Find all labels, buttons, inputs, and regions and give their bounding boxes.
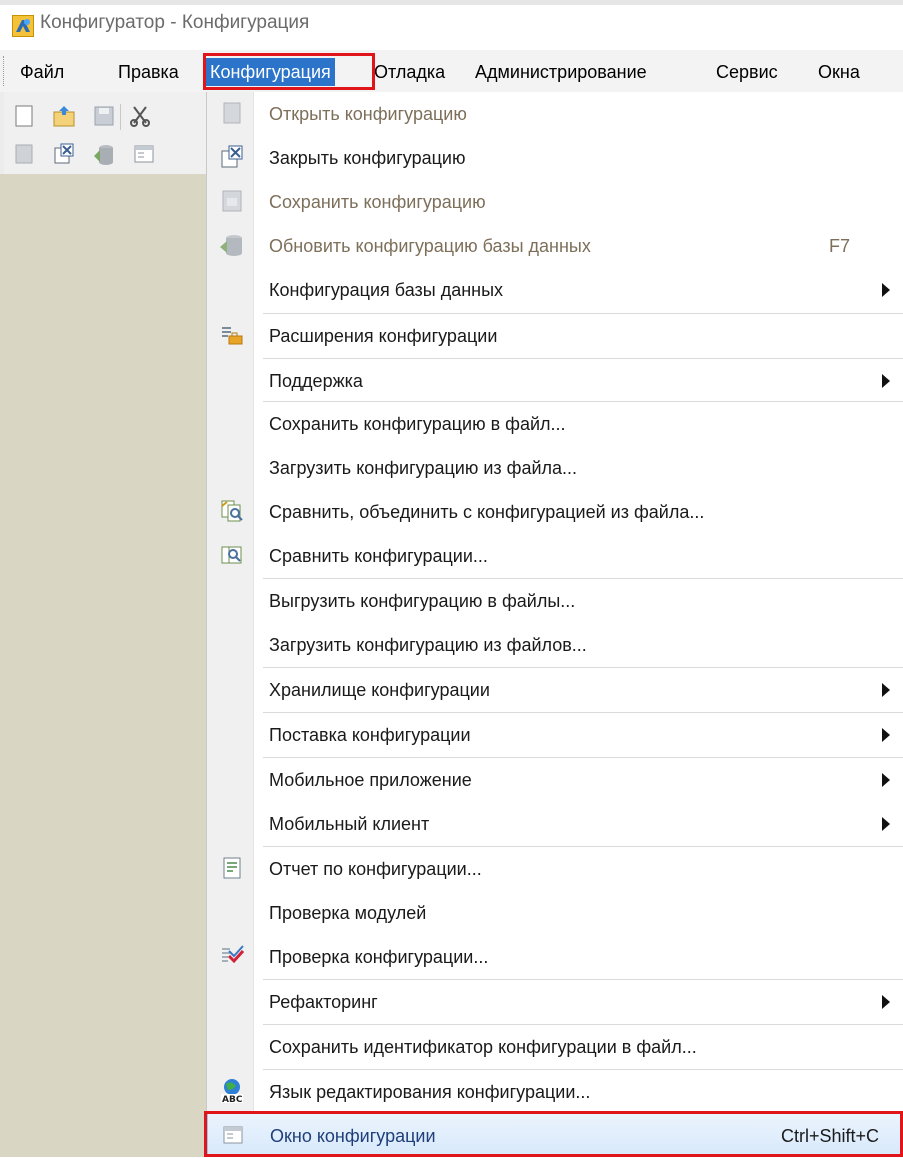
close-config-icon (219, 144, 245, 170)
menu-item-extensions[interactable]: Расширения конфигурации (207, 314, 903, 358)
menu-item-save-config[interactable]: Сохранить конфигурацию (207, 180, 903, 224)
menubar-grip[interactable] (3, 56, 6, 86)
menu-item-refactoring[interactable]: Рефакторинг (207, 980, 903, 1024)
report-icon (219, 855, 245, 881)
menu-item-label: Загрузить конфигурацию из файлов... (269, 635, 587, 655)
menu-item-db-config[interactable]: Конфигурация базы данных (207, 268, 903, 312)
menu-item-label: Окно конфигурации (270, 1126, 436, 1146)
submenu-arrow-icon (882, 683, 890, 697)
update-db-icon (219, 232, 245, 258)
menu-item-check-modules[interactable]: Проверка модулей (207, 891, 903, 935)
menu-item-label: Сохранить идентификатор конфигурации в ф… (269, 1037, 697, 1057)
svg-text:ABC: ABC (222, 1095, 243, 1104)
menu-bar: Файл Правка Конфигурация Отладка Админис… (0, 50, 903, 92)
menu-item-label: Поставка конфигурации (269, 725, 471, 745)
submenu-arrow-icon (882, 283, 890, 297)
menu-item-close-config[interactable]: Закрыть конфигурацию (207, 136, 903, 180)
menu-item-label: Мобильное приложение (269, 770, 472, 790)
menu-item-open-config[interactable]: Открыть конфигурацию (207, 92, 903, 136)
compare-merge-icon (219, 498, 245, 524)
extensions-icon (219, 322, 245, 348)
menu-item-label: Сравнить конфигурации... (269, 546, 488, 566)
check-config-icon (219, 943, 245, 969)
menu-item-compare[interactable]: Сравнить конфигурации... (207, 534, 903, 578)
submenu-arrow-icon (882, 773, 890, 787)
menu-item-label: Расширения конфигурации (269, 326, 498, 346)
menu-item-label: Закрыть конфигурацию (269, 148, 466, 168)
toolbar-separator (120, 104, 121, 130)
open-config-icon (219, 100, 245, 126)
menu-item-label: Поддержка (269, 371, 363, 391)
configuration-dropdown-menu: Открыть конфигурацию Закрыть конфигураци… (206, 92, 903, 1157)
title-bar: Конфигуратор - Конфигурация (0, 0, 903, 40)
menu-item-label: Выгрузить конфигурацию в файлы... (269, 591, 576, 611)
save-config-icon (219, 188, 245, 214)
menu-item-load-from-file[interactable]: Загрузить конфигурацию из файла... (207, 446, 903, 490)
menu-item-config-report[interactable]: Отчет по конфигурации... (207, 847, 903, 891)
shortcut-ctrl-shift-c: Ctrl+Shift+C (780, 1126, 879, 1146)
menu-item-label: Язык редактирования конфигурации... (269, 1082, 591, 1102)
menu-administration[interactable]: Администрирование (475, 58, 647, 86)
config-window-icon[interactable] (132, 142, 156, 166)
menu-item-label: Открыть конфигурацию (269, 104, 467, 124)
menu-item-label: Загрузить конфигурацию из файла... (269, 458, 578, 478)
menu-item-mobile-app[interactable]: Мобильное приложение (207, 758, 903, 802)
close-config-icon[interactable] (52, 142, 76, 166)
submenu-arrow-icon (882, 817, 890, 831)
menu-item-label: Сохранить конфигурацию в файл... (269, 414, 566, 434)
menu-item-check-config[interactable]: Проверка конфигурации... (207, 935, 903, 979)
menu-item-mobile-client[interactable]: Мобильный клиент (207, 802, 903, 846)
menu-item-label: Конфигурация базы данных (269, 280, 504, 300)
menu-item-label: Рефакторинг (269, 992, 378, 1012)
window-title: Конфигуратор - Конфигурация (40, 12, 310, 33)
compare-icon (219, 542, 245, 568)
menu-windows[interactable]: Окна (818, 58, 860, 86)
language-abc-icon: ABC (219, 1078, 245, 1105)
menu-item-save-to-file[interactable]: Сохранить конфигурацию в файл... (207, 402, 903, 446)
new-document-icon[interactable] (12, 104, 36, 128)
menu-item-label: Мобильный клиент (269, 814, 430, 834)
submenu-arrow-icon (882, 995, 890, 1009)
menu-item-support[interactable]: Поддержка (207, 359, 903, 403)
menu-item-label: Сравнить, объединить с конфигурацией из … (269, 502, 705, 522)
menu-service[interactable]: Сервис (716, 58, 778, 86)
menu-item-label: Сохранить конфигурацию (269, 192, 486, 212)
menu-file[interactable]: Файл (20, 58, 64, 86)
menu-item-repository[interactable]: Хранилище конфигурации (207, 668, 903, 712)
menu-item-label: Хранилище конфигурации (269, 680, 490, 700)
cut-icon[interactable] (128, 104, 152, 128)
workspace-area (0, 174, 207, 1157)
submenu-arrow-icon (882, 374, 890, 388)
menu-edit[interactable]: Правка (118, 58, 179, 86)
menu-item-compare-merge[interactable]: Сравнить, объединить с конфигурацией из … (207, 490, 903, 534)
menu-item-delivery[interactable]: Поставка конфигурации (207, 713, 903, 757)
submenu-arrow-icon (882, 728, 890, 742)
menu-configuration[interactable]: Конфигурация (206, 58, 335, 86)
menu-item-save-config-id[interactable]: Сохранить идентификатор конфигурации в ф… (207, 1025, 903, 1069)
open-config-icon[interactable] (12, 142, 36, 166)
menu-item-label: Отчет по конфигурации... (269, 859, 482, 879)
menu-item-export-files[interactable]: Выгрузить конфигурацию в файлы... (207, 579, 903, 623)
menu-item-update-db-config[interactable]: Обновить конфигурацию базы данных F7 (207, 224, 903, 268)
shortcut-f7: F7 (828, 236, 850, 256)
menu-item-import-files[interactable]: Загрузить конфигурацию из файлов... (207, 623, 903, 667)
save-icon[interactable] (92, 104, 116, 128)
menu-item-label: Проверка модулей (269, 903, 427, 923)
menu-debug[interactable]: Отладка (374, 58, 445, 86)
update-db-icon[interactable] (92, 142, 116, 166)
open-icon[interactable] (52, 104, 76, 128)
config-window-icon (220, 1122, 246, 1148)
1c-configurator-icon (12, 15, 34, 37)
menu-item-label: Обновить конфигурацию базы данных (269, 236, 591, 256)
menu-item-edit-language[interactable]: ABC Язык редактирования конфигурации... (207, 1070, 903, 1114)
menu-item-label: Проверка конфигурации... (269, 947, 489, 967)
menu-item-config-window[interactable]: Окно конфигурации Ctrl+Shift+C (207, 1113, 903, 1157)
